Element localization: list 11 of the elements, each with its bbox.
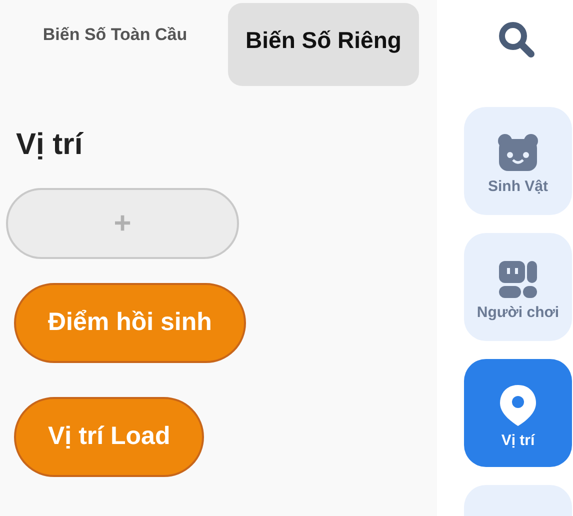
robot-icon [497,258,539,298]
category-button[interactable]: Người chơi [464,233,572,341]
tab[interactable]: Biến Số Riêng [228,3,419,86]
location-button[interactable]: Điểm hồi sinh [14,283,246,363]
location-button[interactable]: Vị trí Load [14,397,204,477]
category-button[interactable]: Vị trí [464,359,572,467]
tab[interactable]: Biến Số Toàn Cầu [10,3,220,73]
section-title: Vị trí [16,130,83,160]
bear-icon [496,132,540,172]
category-button[interactable]: Sinh Vật [464,107,572,215]
map-pin-icon [498,382,538,426]
